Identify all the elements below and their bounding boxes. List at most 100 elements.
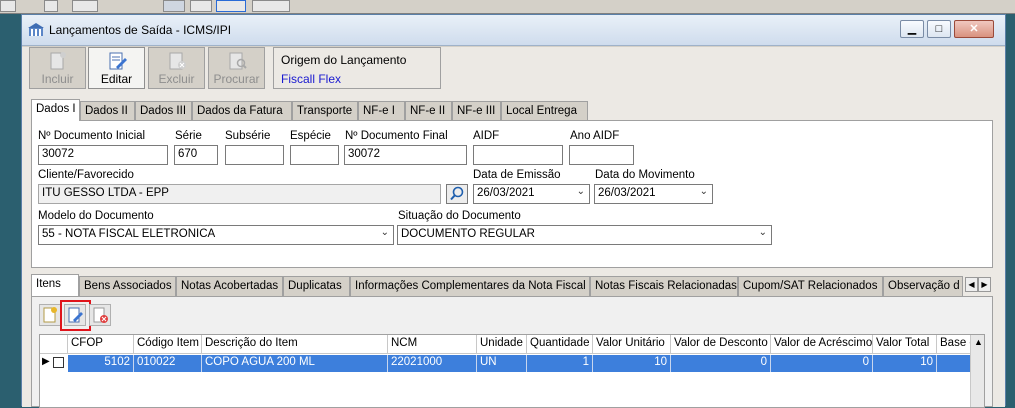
incluir-button[interactable]: Incluir xyxy=(29,47,86,89)
chevron-down-icon[interactable]: ⌄ xyxy=(759,227,767,238)
scroll-left-button[interactable]: ◀ xyxy=(965,277,978,292)
col-valor-acrescimo[interactable]: Valor de Acréscimo xyxy=(771,335,873,354)
cell-valor-total[interactable]: 10 xyxy=(873,355,937,372)
cell-cfop[interactable]: 5102 xyxy=(68,355,134,372)
especie-label: Espécie xyxy=(290,130,331,142)
cell-descricao[interactable]: COPO AGUA 200 ML xyxy=(202,355,388,372)
edit-document-icon xyxy=(109,52,127,70)
col-cfop[interactable]: CFOP xyxy=(68,335,134,354)
serie-label: Série xyxy=(175,130,202,142)
tab-dados-i[interactable]: Dados I xyxy=(31,99,80,121)
excluir-button[interactable]: Excluir xyxy=(148,47,205,89)
row-checkbox[interactable] xyxy=(53,357,64,368)
parent-tool-icon[interactable] xyxy=(72,0,98,12)
tab-nfe-i[interactable]: NF-e I xyxy=(358,101,405,121)
maximize-button[interactable]: □ xyxy=(927,20,951,38)
minimize-button[interactable]: ▁ xyxy=(900,20,924,38)
serie-field[interactable]: 670 xyxy=(174,145,218,165)
parent-tool-icon[interactable] xyxy=(252,0,290,12)
origem-label: Origem do Lançamento xyxy=(281,53,407,67)
parent-tool-icon[interactable] xyxy=(0,0,16,12)
tab-dados-ii[interactable]: Dados II xyxy=(80,101,135,121)
parent-tool-icon[interactable] xyxy=(216,0,246,12)
close-button[interactable]: ✕ xyxy=(954,20,994,38)
col-codigo-item[interactable]: Código Item xyxy=(134,335,202,354)
subtab-nf-relacionadas[interactable]: Notas Fiscais Relacionadas xyxy=(590,276,738,296)
main-toolbar: Incluir Editar Excluir Procurar xyxy=(29,47,269,89)
tab-transporte[interactable]: Transporte xyxy=(292,101,358,121)
new-item-icon xyxy=(43,307,57,323)
grid-vertical-scrollbar[interactable]: ▲ xyxy=(970,335,984,407)
situacao-select[interactable]: DOCUMENTO REGULAR ⌄ xyxy=(397,225,772,245)
col-valor-desconto[interactable]: Valor de Desconto xyxy=(671,335,771,354)
tab-nfe-ii[interactable]: NF-e II xyxy=(405,101,452,121)
parent-tool-icon[interactable] xyxy=(44,0,58,12)
subtab-cupom-sat[interactable]: Cupom/SAT Relacionados xyxy=(738,276,883,296)
data-emissao-label: Data de Emissão xyxy=(473,169,561,181)
doc-final-field[interactable]: 30072 xyxy=(344,145,467,165)
data-mov-field[interactable]: 26/03/2021 ⌄ xyxy=(594,184,713,204)
doc-inicial-field[interactable]: 30072 xyxy=(38,145,168,165)
cell-base[interactable] xyxy=(937,355,970,372)
search-icon xyxy=(450,186,464,201)
modelo-value: 55 - NOTA FISCAL ELETRONICA xyxy=(42,228,216,240)
cliente-label: Cliente/Favorecido xyxy=(38,169,134,181)
cliente-search-button[interactable] xyxy=(446,184,468,204)
ano-aidf-label: Ano AIDF xyxy=(570,130,620,142)
tab-dados-fatura[interactable]: Dados da Fatura xyxy=(192,101,292,121)
main-window: Lançamentos de Saída - ICMS/IPI ▁ □ ✕ In… xyxy=(21,14,1006,408)
data-emissao-field[interactable]: 26/03/2021 ⌄ xyxy=(473,184,590,204)
ano-aidf-field[interactable] xyxy=(569,145,634,165)
subtab-observacao[interactable]: Observação d xyxy=(883,276,963,296)
col-descricao[interactable]: Descrição do Item xyxy=(202,335,388,354)
subtab-notas-acobertadas[interactable]: Notas Acobertadas xyxy=(176,276,283,296)
chevron-down-icon[interactable]: ⌄ xyxy=(700,186,708,197)
cell-ncm[interactable]: 22021000 xyxy=(388,355,477,372)
parent-tool-icon[interactable] xyxy=(163,0,185,12)
especie-field[interactable] xyxy=(290,145,339,165)
cell-valor-desconto[interactable]: 0 xyxy=(671,355,771,372)
subtab-bens-associados[interactable]: Bens Associados xyxy=(79,276,176,296)
maximize-icon: □ xyxy=(935,23,943,35)
cell-unidade[interactable]: UN xyxy=(477,355,527,372)
scroll-up-icon[interactable]: ▲ xyxy=(974,337,983,347)
dados-i-panel: Nº Documento Inicial 30072 Série 670 Sub… xyxy=(31,120,993,268)
minimize-icon: ▁ xyxy=(907,23,917,35)
col-base[interactable]: Base c xyxy=(937,335,970,354)
search-document-icon xyxy=(229,52,247,70)
col-ncm[interactable]: NCM xyxy=(388,335,477,354)
cliente-field[interactable]: ITU GESSO LTDA - EPP xyxy=(38,184,441,204)
subserie-field[interactable] xyxy=(225,145,284,165)
scroll-right-button[interactable]: ▶ xyxy=(978,277,991,292)
procurar-button[interactable]: Procurar xyxy=(208,47,265,89)
table-row[interactable]: ▶ 5102 010022 COPO AGUA 200 ML 22021000 … xyxy=(40,355,970,372)
editar-button[interactable]: Editar xyxy=(88,47,145,89)
tab-nfe-iii[interactable]: NF-e III xyxy=(452,101,501,121)
data-mov-value: 26/03/2021 xyxy=(598,187,656,199)
col-quantidade[interactable]: Quantidade xyxy=(527,335,593,354)
tab-dados-iii[interactable]: Dados III xyxy=(135,101,192,121)
modelo-select[interactable]: 55 - NOTA FISCAL ELETRONICA ⌄ xyxy=(38,225,394,245)
subtab-info-complementares[interactable]: Informações Complementares da Nota Fisca… xyxy=(350,276,590,296)
chevron-down-icon[interactable]: ⌄ xyxy=(381,227,389,238)
col-valor-total[interactable]: Valor Total xyxy=(873,335,937,354)
delete-item-button[interactable] xyxy=(89,304,111,326)
window-title: Lançamentos de Saída - ICMS/IPI xyxy=(49,23,232,37)
chevron-down-icon[interactable]: ⌄ xyxy=(577,186,585,197)
add-item-button[interactable] xyxy=(39,304,61,326)
cell-valor-acrescimo[interactable]: 0 xyxy=(771,355,873,372)
subtab-duplicatas[interactable]: Duplicatas xyxy=(283,276,350,296)
cell-quantidade[interactable]: 1 xyxy=(527,355,593,372)
subtab-itens[interactable]: Itens xyxy=(31,274,79,296)
editar-label: Editar xyxy=(100,72,133,86)
tab-local-entrega[interactable]: Local Entrega xyxy=(501,101,588,121)
cell-codigo-item[interactable]: 010022 xyxy=(134,355,202,372)
parent-tool-icon[interactable] xyxy=(190,0,212,12)
col-valor-unitario[interactable]: Valor Unitário xyxy=(593,335,671,354)
delete-document-icon xyxy=(169,52,186,70)
col-unidade[interactable]: Unidade xyxy=(477,335,527,354)
aidf-field[interactable] xyxy=(473,145,563,165)
aidf-label: AIDF xyxy=(473,130,500,142)
incluir-label: Incluir xyxy=(41,72,74,86)
cell-valor-unitario[interactable]: 10 xyxy=(593,355,671,372)
